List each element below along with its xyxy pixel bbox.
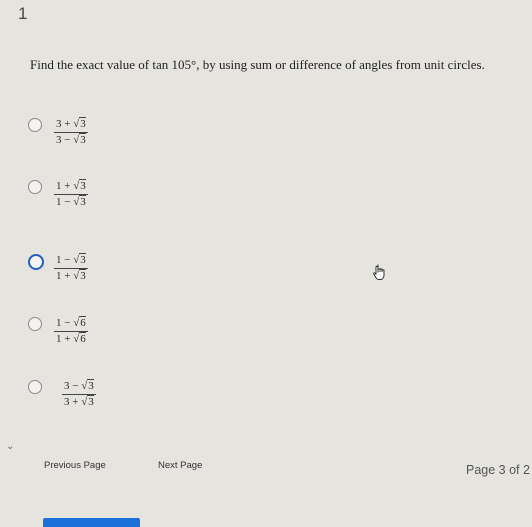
denominator: 1 + √3 <box>56 269 86 282</box>
hand-pointer-icon <box>373 264 385 280</box>
numerator: 1 + √3 <box>54 179 88 195</box>
page-indicator: Page 3 of 2 <box>466 463 530 477</box>
fraction: 1 + √3 1 − √3 <box>54 179 88 209</box>
fraction: 1 − √6 1 + √6 <box>54 316 88 346</box>
denominator: 1 + √6 <box>56 332 86 345</box>
fraction: 1 − √3 1 + √3 <box>54 253 88 283</box>
denominator: 1 − √3 <box>56 195 86 208</box>
question-text: Find the exact value of tan 105°, by usi… <box>30 57 485 72</box>
question-number: 1 <box>18 4 28 23</box>
submit-button[interactable] <box>43 518 140 527</box>
chevron-down-icon[interactable]: ⌄ <box>6 441 14 452</box>
radio-button[interactable] <box>28 118 42 132</box>
fraction: 3 − √3 3 + √3 <box>62 379 96 409</box>
fraction: 3 + √3 3 − √3 <box>54 117 88 147</box>
numerator: 3 − √3 <box>62 379 96 395</box>
denominator: 3 − √3 <box>56 133 86 146</box>
radio-button[interactable] <box>28 317 42 331</box>
previous-page-button[interactable]: Previous Page <box>44 460 106 471</box>
denominator: 3 + √3 <box>64 395 94 408</box>
radio-button[interactable] <box>28 380 42 394</box>
numerator: 3 + √3 <box>54 117 88 133</box>
next-page-button[interactable]: Next Page <box>158 460 202 471</box>
radio-button-selected[interactable] <box>28 254 44 270</box>
numerator: 1 − √3 <box>54 253 88 269</box>
numerator: 1 − √6 <box>54 316 88 332</box>
radio-button[interactable] <box>28 180 42 194</box>
